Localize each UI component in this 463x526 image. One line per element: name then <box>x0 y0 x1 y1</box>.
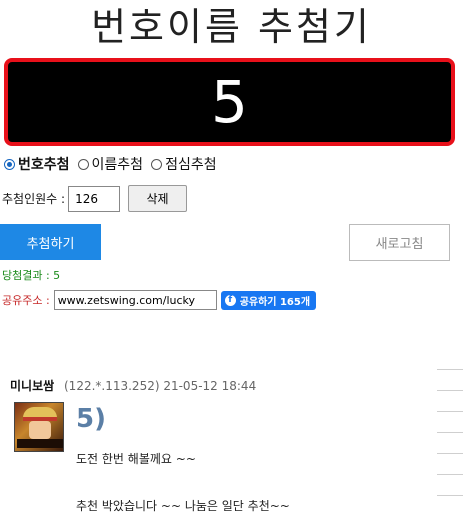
radio-number-draw[interactable]: 번호추첨 <box>4 154 70 174</box>
radio-icon <box>77 158 89 170</box>
comment-header: 미니보쌈 (122.*.113.252) 21-05-12 18:44 <box>10 377 256 394</box>
radio-selected-icon <box>4 158 15 170</box>
result-text: 당첨결과 : 5 <box>2 269 61 282</box>
draw-button[interactable]: 추첨하기 <box>0 224 101 260</box>
sidebar-dividers <box>437 369 463 516</box>
facebook-share-button[interactable]: f 공유하기 165개 <box>220 290 317 310</box>
comment-text-line: 추천 박았습니다 ~~ 나눔은 일단 추천~~ <box>76 499 290 513</box>
count-label: 추첨인원수 : <box>2 192 66 206</box>
mode-selector: 번호추첨 이름추첨 점심추첨 <box>4 154 217 174</box>
radio-label: 번호추첨 <box>18 157 70 173</box>
radio-label: 점심추첨 <box>165 157 217 173</box>
page-title: 번호이름 추첨기 <box>91 5 372 49</box>
facebook-share-label: 공유하기 165개 <box>239 296 311 308</box>
draw-result-display: 5 <box>4 58 455 146</box>
avatar <box>14 402 64 452</box>
share-url-input[interactable] <box>53 290 217 310</box>
refresh-button[interactable]: 새로고침 <box>349 224 450 261</box>
count-row: 추첨인원수 : 삭제 <box>2 185 188 212</box>
comment-number: 5) <box>76 404 106 434</box>
share-row: 공유주소 : f 공유하기 165개 <box>2 290 317 310</box>
count-input[interactable] <box>68 185 121 212</box>
radio-label: 이름추첨 <box>91 157 144 173</box>
delete-button[interactable]: 삭제 <box>128 185 188 212</box>
comment-author[interactable]: 미니보쌈 <box>10 379 54 393</box>
comment-text-line: 도전 한번 해볼께요 ~~ <box>76 452 196 466</box>
share-label: 공유주소 : <box>2 294 50 307</box>
comment-meta: (122.*.113.252) 21-05-12 18:44 <box>64 379 257 393</box>
facebook-icon: f <box>224 294 236 306</box>
radio-icon <box>151 158 163 170</box>
radio-lunch-draw[interactable]: 점심추첨 <box>151 154 217 174</box>
radio-name-draw[interactable]: 이름추첨 <box>77 154 144 174</box>
